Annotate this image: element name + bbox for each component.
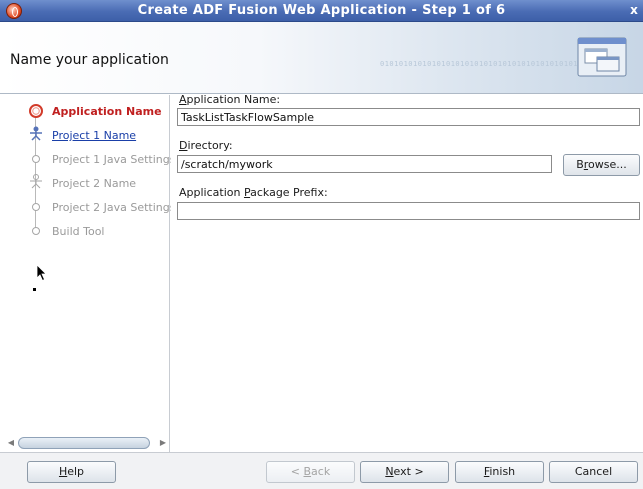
back-button[interactable]: < Back [266,461,355,483]
wizard-window-icon [577,37,627,77]
help-button[interactable]: Help [27,461,116,483]
package-prefix-field[interactable] [177,202,640,220]
window-title: Create ADF Fusion Web Application - Step… [137,3,506,18]
cursor-marker [33,288,36,291]
current-step-icon [29,104,43,118]
title-bar: Create ADF Fusion Web Application - Step… [0,0,643,22]
step-dot-icon [32,203,40,211]
application-name-label: Application Name: [179,93,281,106]
finish-button[interactable]: Finish [455,461,544,483]
steps-horizontal-scrollbar[interactable]: ◀ ▶ [6,436,168,450]
step-label: Project 2 Java Settings [52,201,176,214]
step-dot-icon [32,227,40,235]
wizard-steps-panel: Application Name Project 1 Name Project … [0,95,175,452]
step-label: Project 1 Name [52,129,137,142]
application-name-field[interactable] [177,108,640,126]
step-label: Project 2 Name [52,177,137,190]
directory-label: Directory: [179,139,233,152]
mouse-cursor-icon [36,264,47,282]
step-label: Build Tool [52,225,105,238]
scroll-right-icon[interactable]: ▶ [158,438,168,448]
step-label: Application Name [52,105,162,118]
package-prefix-label: Application Package Prefix: [179,186,328,199]
close-icon[interactable]: x [627,3,641,18]
page-title: Name your application [10,52,169,68]
binary-decor-text: 0101010101010101010101010101010101010101… [380,60,593,68]
next-button[interactable]: Next > [360,461,449,483]
application-form: Application Name: Directory: Browse... A… [171,93,643,452]
step-person-icon [30,174,42,189]
directory-field[interactable] [177,155,552,173]
step-dot-icon [32,155,40,163]
wizard-button-bar: Help < Back Next > Finish Cancel [0,452,643,489]
scrollbar-thumb[interactable] [18,437,150,449]
wizard-header: Name your application 010101010101010101… [0,22,643,94]
cancel-button[interactable]: Cancel [549,461,638,483]
step-person-icon [30,126,42,141]
browse-button[interactable]: Browse... [563,154,640,176]
scroll-left-icon[interactable]: ◀ [6,438,16,448]
step-label: Project 1 Java Settings [52,153,176,166]
